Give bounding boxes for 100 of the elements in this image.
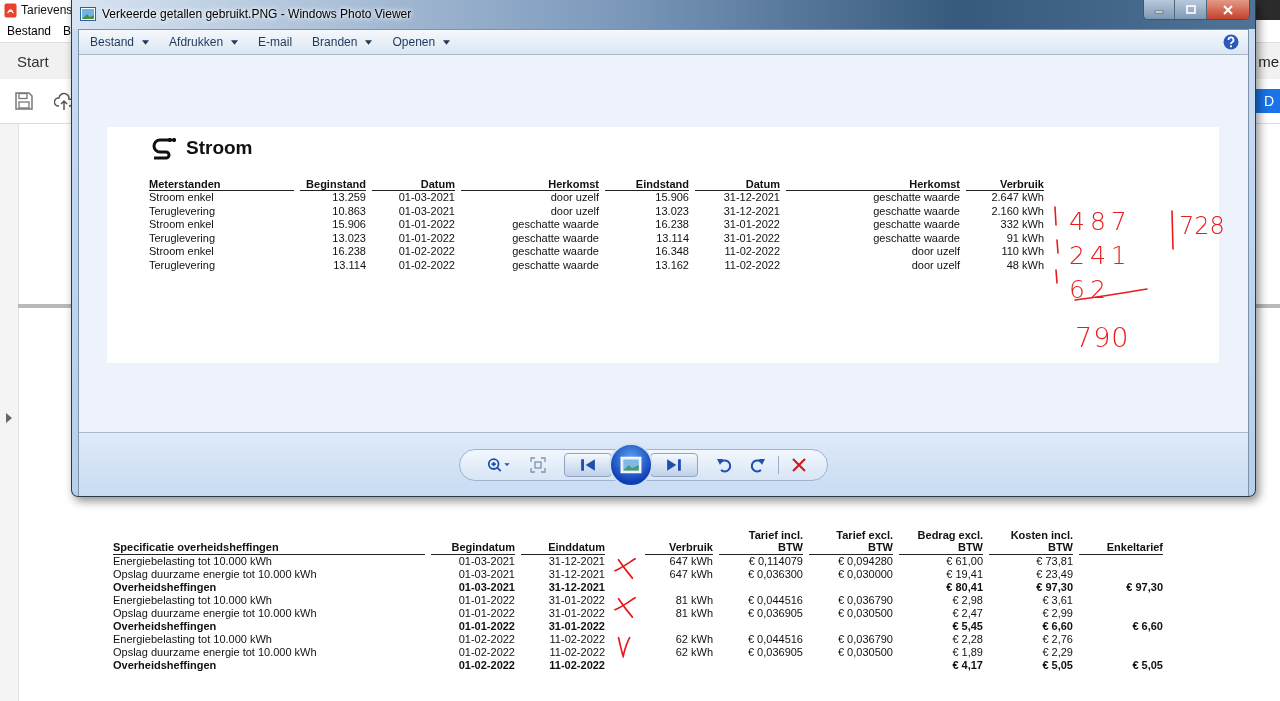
ribbon-tab[interactable]: me xyxy=(1258,52,1279,70)
table-cell-text: Opslag duurzame energie tot 10.000 kWh xyxy=(113,646,318,659)
table-cell-text: € 6,60 xyxy=(1041,620,1073,633)
table-cell-text: € 4,17 xyxy=(951,659,983,672)
table-cell-text: 01-02-2022 xyxy=(457,659,515,672)
handwritten-number: 728 xyxy=(1179,211,1225,241)
table-cell-text: 01-01-2022 xyxy=(457,620,515,633)
expand-arrow-icon[interactable] xyxy=(6,412,12,423)
table-cell-text: 13.259 xyxy=(331,191,366,205)
rotate-right-icon xyxy=(750,456,766,473)
table-cell-text: € 6,60 xyxy=(1131,620,1163,633)
table-cell-text: 01-01-2022 xyxy=(457,594,515,607)
ribbon-tab[interactable]: Start xyxy=(17,52,49,70)
table-cell-text: € 97,30 xyxy=(1035,581,1073,594)
table-cell-text: 48 kWh xyxy=(1005,258,1044,272)
table-cell-text: 11-02-2022 xyxy=(548,659,605,672)
menu-item[interactable]: Branden xyxy=(305,31,380,53)
table-cell-text: 01-01-2022 xyxy=(397,218,455,232)
app-title: Tarievens xyxy=(21,3,73,17)
menu-item[interactable]: Openen xyxy=(385,31,458,53)
table-cell-text: 31-12-2021 xyxy=(722,204,780,218)
table-cell-text: 31-12-2021 xyxy=(547,555,605,568)
table-cell-text: 01-01-2022 xyxy=(397,231,455,245)
table-cell-text: geschatte waarde xyxy=(872,218,960,232)
column-header: Tarief incl. BTW xyxy=(719,529,803,555)
table-cell-text: € 73,81 xyxy=(1035,555,1073,568)
photo-icon xyxy=(80,7,96,21)
table-cell-text: 10.863 xyxy=(331,204,366,218)
table-cell-text: 01-03-2021 xyxy=(397,204,455,218)
table-cell-text: 647 kWh xyxy=(668,555,713,568)
table-cell-text: 91 kWh xyxy=(1005,231,1044,245)
table-cell-text: € 2,29 xyxy=(1041,646,1073,659)
table-cell-text: 16.238 xyxy=(331,245,366,259)
table-cell-text: € 2,98 xyxy=(951,594,983,607)
menu-item[interactable]: B xyxy=(63,24,72,38)
table-cell-text: Teruglevering xyxy=(149,258,217,272)
table-cell-text: € 0,030500 xyxy=(836,607,893,620)
column-header: Enkeltarief xyxy=(1079,529,1163,555)
table-cell-text: 01-01-2022 xyxy=(457,607,515,620)
table-cell-text: € 3,61 xyxy=(1041,594,1073,607)
table-cell-text: 647 kWh xyxy=(668,568,713,581)
table-cell-text: 31-12-2021 xyxy=(547,568,605,581)
handwritten-number: 790 xyxy=(1075,323,1130,353)
table-cell-text: € 0,030500 xyxy=(836,646,893,659)
table-cell-text: € 23,49 xyxy=(1035,568,1073,581)
table-cell-text: € 2,28 xyxy=(951,633,983,646)
table-cell-text: € 0,036905 xyxy=(746,607,803,620)
menu-item[interactable]: E-mail xyxy=(251,31,300,53)
table-cell-text: door uzelf xyxy=(910,258,960,272)
column-header: Specificatie overheidsheffingen xyxy=(113,529,425,555)
table-cell-text: 62 kWh xyxy=(674,646,713,659)
column-header: Datum xyxy=(372,178,455,191)
table-cell-text: door uzelf xyxy=(549,204,599,218)
table-cell-text: 62 kWh xyxy=(674,633,713,646)
table-cell-text: 2.160 kWh xyxy=(990,204,1044,218)
menu-item[interactable]: Afdrukken xyxy=(162,31,246,53)
table-cell-text: 31-12-2021 xyxy=(547,581,605,594)
table-cell-text: geschatte waarde xyxy=(872,231,960,245)
table-cell-text: 01-03-2021 xyxy=(457,581,515,594)
menu-item[interactable]: Bestand xyxy=(83,31,157,53)
table-cell-text: geschatte waarde xyxy=(511,245,599,259)
previous-button[interactable] xyxy=(564,452,612,477)
column-header: Kosten incl. BTW xyxy=(989,529,1073,555)
table-cell-text: Energiebelasting tot 10.000 kWh xyxy=(113,594,273,607)
column-header: Herkomst xyxy=(461,178,599,191)
table-cell-text: 01-02-2022 xyxy=(397,258,455,272)
table-cell-text: geschatte waarde xyxy=(511,218,599,232)
table-cell-text: 11-02-2022 xyxy=(548,646,605,659)
column-header: Tarief excl. BTW xyxy=(809,529,893,555)
table-cell-text: € 19,41 xyxy=(945,568,983,581)
menu-item[interactable]: Bestand xyxy=(7,24,52,38)
slideshow-button[interactable] xyxy=(609,442,653,487)
table-cell-text: Teruglevering xyxy=(149,231,217,245)
table-cell-text: Opslag duurzame energie tot 10.000 kWh xyxy=(113,607,318,620)
table-cell-text: € 0,036300 xyxy=(746,568,803,581)
next-button[interactable] xyxy=(650,452,698,477)
table-cell-text: € 5,05 xyxy=(1131,659,1163,672)
delete-icon xyxy=(791,456,807,473)
table-cell-text: geschatte waarde xyxy=(511,258,599,272)
section-heading: Stroom xyxy=(186,137,253,159)
slideshow-icon xyxy=(620,455,642,474)
cloud-upload-icon[interactable] xyxy=(54,91,74,111)
save-icon[interactable] xyxy=(14,91,34,111)
table-cell-text: 01-02-2022 xyxy=(397,245,455,259)
table-cell-text: € 97,30 xyxy=(1125,581,1163,594)
table-cell-text: 16.238 xyxy=(654,218,689,232)
column-header: Beginstand xyxy=(300,178,366,191)
column-header: Verbruik xyxy=(645,529,713,555)
table-cell-text: 81 kWh xyxy=(674,594,713,607)
table-cell-text: € 1,89 xyxy=(951,646,983,659)
table-cell-text: € 5,05 xyxy=(1041,659,1073,672)
zoom-icon xyxy=(486,456,512,473)
table-cell-text: 01-03-2021 xyxy=(457,555,515,568)
help-icon[interactable] xyxy=(1223,34,1239,50)
maximize-button[interactable] xyxy=(1174,0,1206,19)
table-cell-text: door uzelf xyxy=(549,191,599,205)
column-header: Einddatum xyxy=(521,529,605,555)
table-cell-text: 13.162 xyxy=(654,258,689,272)
close-button[interactable] xyxy=(1206,0,1249,19)
table-cell-text: € 5,45 xyxy=(951,620,983,633)
